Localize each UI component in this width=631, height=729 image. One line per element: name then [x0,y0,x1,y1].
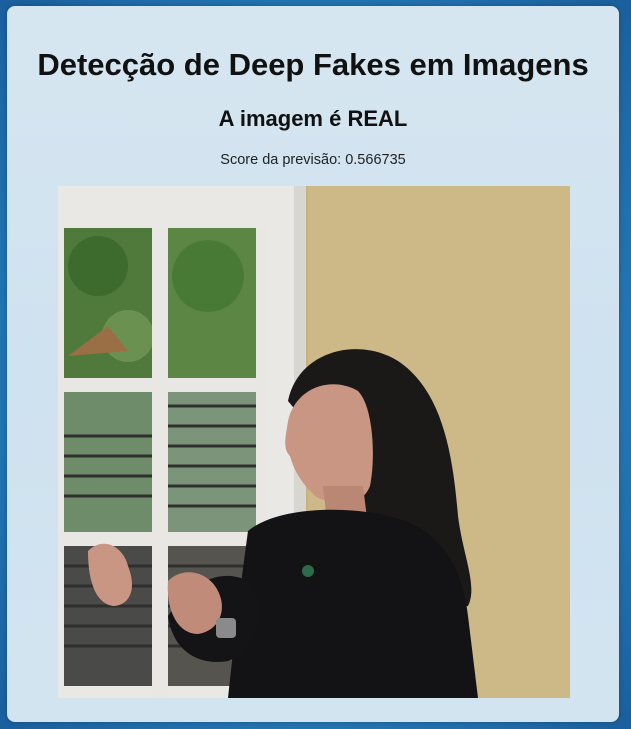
analyzed-image [58,186,570,698]
score-value: 0.566735 [345,152,406,168]
prediction-result: A imagem é REAL [218,106,408,131]
prediction-score: Score da previsão: 0.566735 [7,151,619,169]
photo-illustration [58,186,570,698]
score-label: Score da previsão: [220,152,342,168]
page-title: Detecção de Deep Fakes em Imagens [37,47,589,82]
result-card: Detecção de Deep Fakes em Imagens A imag… [7,6,619,722]
